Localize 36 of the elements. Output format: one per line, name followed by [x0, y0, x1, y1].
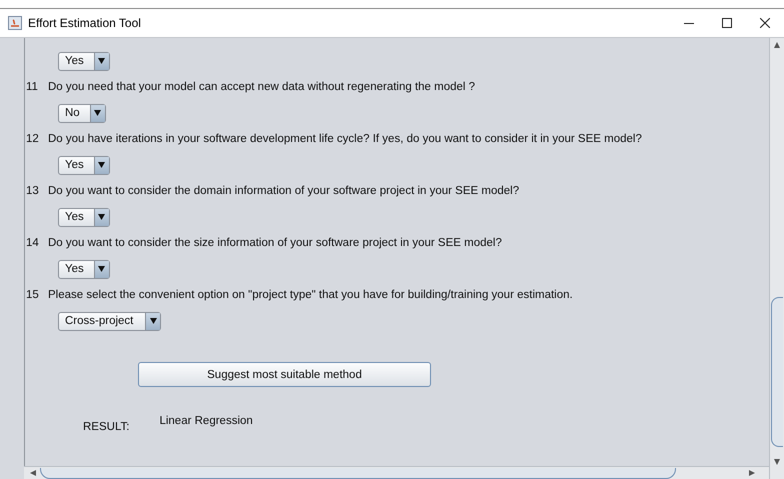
question-number: 15	[26, 289, 40, 301]
question-text: Please select the convenient option on "project type" that you have for building/training your estimation.	[48, 289, 573, 301]
dropdown[interactable]: No	[58, 104, 106, 122]
result-label: RESULT:	[83, 421, 130, 433]
dropdown[interactable]: Yes	[58, 208, 110, 226]
suggest-button[interactable]: Suggest most suitable method	[138, 362, 431, 387]
right-arrow-icon	[749, 470, 755, 476]
result-value: Linear Regression	[159, 415, 253, 427]
caret-icon	[98, 162, 106, 168]
dropdown[interactable]: Cross-project	[58, 312, 161, 330]
question-text: Do you want to consider the domain information of your software project in your SEE model?	[48, 185, 520, 197]
caret-icon	[94, 110, 102, 116]
minimize-icon	[684, 22, 694, 24]
vertical-scrollbar[interactable]	[769, 38, 784, 479]
close-icon	[760, 18, 770, 28]
question-number: 12	[26, 133, 40, 145]
caret-icon	[150, 318, 156, 324]
app-icon	[8, 16, 22, 30]
dropdown[interactable]: Yes	[58, 52, 110, 70]
question-number: 14	[26, 237, 40, 249]
question-number: 13	[26, 185, 40, 197]
question-number: 11	[26, 81, 39, 93]
maximize-icon	[722, 18, 732, 28]
down-arrow-icon	[774, 459, 780, 465]
dropdown[interactable]: Yes	[58, 156, 110, 174]
caret-icon	[98, 266, 106, 272]
dropdown[interactable]: Yes	[58, 260, 110, 278]
question-text: Do you have iterations in your software development life cycle? If yes, do you want to consider it in your SEE model?	[48, 133, 642, 145]
horizontal-scrollbar[interactable]	[24, 466, 769, 479]
left-arrow-icon	[30, 470, 36, 476]
question-text: Do you want to consider the size information of your software project in your SEE model?	[48, 237, 502, 249]
window-title: Effort Estimation Tool	[28, 16, 141, 30]
caret-icon	[98, 214, 106, 220]
question-text: Do you need that your model can accept new data without regenerating the model ?	[48, 81, 476, 93]
up-arrow-icon	[774, 42, 780, 48]
caret-icon	[98, 58, 106, 64]
